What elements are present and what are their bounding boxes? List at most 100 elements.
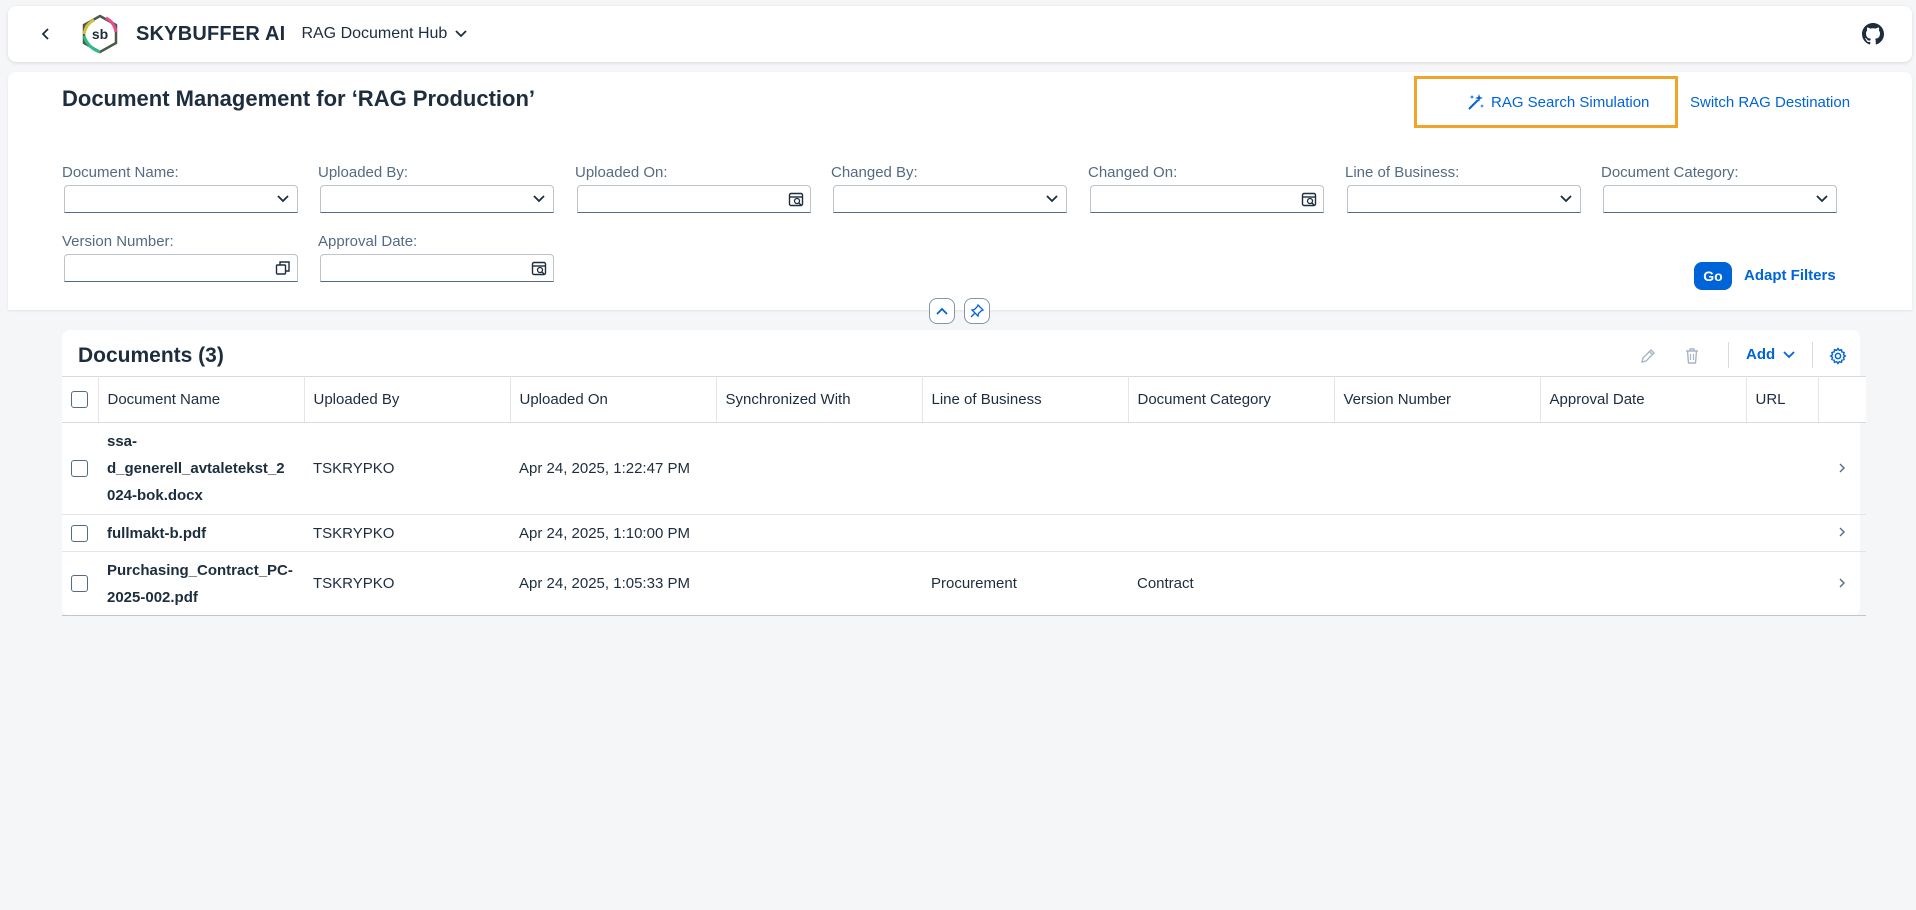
row-checkbox[interactable] [71,575,88,592]
column-header[interactable]: Document Name [98,376,305,423]
add-label: Add [1746,346,1776,363]
app-title-menu[interactable]: RAG Document Hub [301,25,467,43]
name-line: fullmakt-b.pdf [107,524,207,542]
chevron-down-icon [1783,350,1795,358]
approval-date-cell [1540,551,1746,616]
row-navigation[interactable] [1818,514,1866,552]
column-header[interactable]: URL [1746,376,1819,423]
trash-icon [1686,348,1698,364]
uploaded-on-date-input[interactable] [577,185,811,213]
pin-icon [970,304,984,318]
sparkle-icon [1468,94,1484,110]
chevron-down-icon [1046,195,1058,203]
filter-label: Uploaded By: [318,164,409,181]
select-all-cell [62,376,99,423]
collapse-header-button[interactable] [929,298,955,324]
select-all-checkbox[interactable] [71,391,88,408]
column-header[interactable]: Synchronized With [716,376,923,423]
switch-rag-destination-label: Switch RAG Destination [1690,94,1851,111]
line-of-business-cell [922,514,1128,552]
name-line: Purchasing_Contract_PC- [107,561,293,579]
changed-by-select[interactable] [833,185,1067,213]
skybuffer-logo: sb [82,14,118,54]
document-name-cell: ssa- d_generell_avtaletekst_2 024-bok.do… [98,422,304,515]
page-header: Document Management for ‘RAG Production’… [8,72,1912,310]
line-of-business-select[interactable] [1347,185,1581,213]
row-navigation[interactable] [1818,551,1866,616]
column-header[interactable]: Uploaded By [304,376,511,423]
uploaded-by-cell: TSKRYPKO [304,551,510,616]
chevron-down-icon [1816,195,1828,203]
table-row[interactable]: fullmakt-b.pdf TSKRYPKO Apr 24, 2025, 1:… [62,514,1866,552]
pin-header-button[interactable] [964,298,990,324]
row-checkbox[interactable] [71,460,88,477]
version-number-cell [1334,422,1540,515]
switch-rag-destination-button[interactable]: Switch RAG Destination [1690,94,1850,111]
table-row[interactable]: ssa- d_generell_avtaletekst_2 024-bok.do… [62,422,1866,515]
chevron-right-icon [1839,527,1845,537]
svg-text:sb: sb [92,26,108,42]
filter-label: Uploaded On: [575,164,668,181]
filter-label: Changed On: [1088,164,1178,181]
chevron-left-icon [41,28,49,40]
table-header-row: Document Name Uploaded By Uploaded On Sy… [62,376,1866,423]
brand-name: SKYBUFFER AI [136,22,286,45]
row-navigation[interactable] [1818,422,1866,515]
filter-document-name: Document Name: [62,164,298,213]
url-cell [1746,422,1818,515]
chevron-down-icon [533,195,545,203]
line-of-business-cell: Procurement [922,551,1128,616]
chevron-down-icon [277,195,289,203]
calendar-icon[interactable] [1301,191,1317,207]
filter-uploaded-by: Uploaded By: [318,164,554,213]
rag-search-simulation-button[interactable]: RAG Search Simulation [1414,76,1678,128]
row-select-cell [62,422,98,515]
github-icon[interactable] [1862,23,1884,45]
column-header[interactable]: Document Category [1128,376,1335,423]
row-checkbox[interactable] [71,524,88,542]
value-help-icon[interactable] [275,260,291,276]
document-name-select[interactable] [64,185,298,213]
document-category-select[interactable] [1603,185,1837,213]
url-cell [1746,514,1818,552]
chevron-right-icon [1839,463,1845,472]
edit-button[interactable] [1636,344,1660,368]
filter-label: Document Category: [1601,164,1739,181]
go-button[interactable]: Go [1694,262,1732,290]
filter-document-category: Document Category: [1601,164,1837,213]
calendar-icon[interactable] [788,191,804,207]
filter-label: Approval Date: [318,233,418,250]
filter-uploaded-on: Uploaded On: [575,164,811,213]
approval-date-cell [1540,514,1746,552]
approval-date-input[interactable] [320,254,554,282]
column-header[interactable]: Version Number [1334,376,1541,423]
add-menu-button[interactable]: Add [1746,346,1795,363]
filter-version-number: Version Number: [62,233,298,282]
documents-table: Document Name Uploaded By Uploaded On Sy… [62,376,1866,616]
uploaded-by-cell: TSKRYPKO [304,514,510,552]
calendar-icon[interactable] [531,260,547,276]
filter-label: Line of Business: [1345,164,1460,181]
table-title: Documents (3) [78,344,224,367]
synchronized-with-cell [716,514,922,552]
table-settings-button[interactable] [1826,344,1850,368]
chevron-right-icon [1839,578,1845,587]
filter-label: Document Name: [62,164,179,181]
column-header[interactable]: Line of Business [922,376,1129,423]
table-row[interactable]: Purchasing_Contract_PC- 2025-002.pdf TSK… [62,551,1866,616]
filter-label: Version Number: [62,233,174,250]
back-button[interactable] [28,16,64,52]
delete-button[interactable] [1680,344,1704,368]
column-header[interactable]: Uploaded On [510,376,717,423]
column-header[interactable]: Approval Date [1540,376,1747,423]
url-cell [1746,551,1818,616]
filter-changed-by: Changed By: [831,164,1067,213]
toolbar-separator [1812,342,1813,368]
name-line: 2025-002.pdf [107,588,198,606]
adapt-filters-button[interactable]: Adapt Filters [1744,267,1836,284]
version-number-input[interactable] [64,254,298,282]
uploaded-by-cell: TSKRYPKO [304,422,510,515]
document-name-cell: fullmakt-b.pdf [98,514,304,552]
uploaded-by-select[interactable] [320,185,554,213]
changed-on-date-input[interactable] [1090,185,1324,213]
